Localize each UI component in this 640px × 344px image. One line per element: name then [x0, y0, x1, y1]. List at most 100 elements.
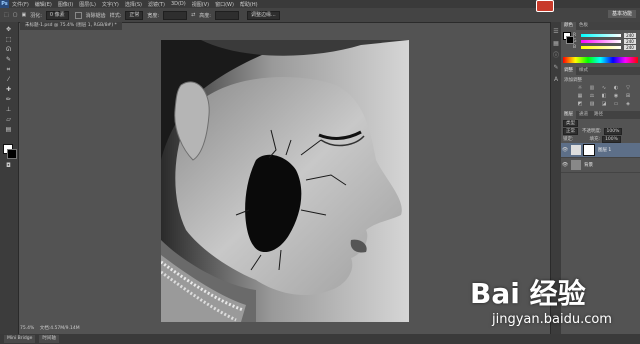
layer-name[interactable]: 背景: [584, 162, 593, 168]
tab-swatches[interactable]: 色板: [576, 22, 591, 30]
history-icon[interactable]: ☰: [552, 28, 560, 36]
tab-timeline[interactable]: 时间轴: [39, 335, 59, 343]
healing-brush-tool-icon[interactable]: ✚: [4, 86, 13, 93]
opacity-input[interactable]: 100%: [603, 127, 623, 135]
eyedropper-tool-icon[interactable]: ⁄: [4, 76, 13, 83]
brightness-icon[interactable]: ☼: [575, 85, 585, 91]
new-selection-icon[interactable]: ▢: [13, 12, 18, 18]
channel-mixer-icon[interactable]: ⊞: [623, 93, 633, 99]
canvas[interactable]: [161, 40, 409, 322]
marquee-tool-icon[interactable]: ⬚: [4, 12, 9, 18]
r-value[interactable]: 240: [624, 32, 636, 38]
menu-layer[interactable]: 图层(L): [76, 1, 99, 8]
panel-bg-swatch[interactable]: [566, 36, 574, 44]
document-tab[interactable]: 未标题-1.psd @ 75.4% (图层 1, RGB/8#) *: [20, 22, 122, 30]
record-icon[interactable]: [536, 0, 554, 12]
background-color-swatch[interactable]: [7, 149, 17, 159]
move-tool-icon[interactable]: ✥: [4, 26, 13, 33]
properties-icon[interactable]: ▦: [552, 40, 560, 48]
layer-name[interactable]: 图层 1: [598, 147, 611, 153]
menu-help[interactable]: 帮助(H): [237, 1, 261, 8]
b-bar[interactable]: [581, 45, 621, 49]
brush-icon[interactable]: ✎: [552, 64, 560, 72]
menu-select[interactable]: 选择(S): [122, 1, 145, 8]
menu-3d[interactable]: 3D(D): [168, 1, 189, 7]
tab-channels[interactable]: 通道: [576, 111, 591, 119]
info-icon[interactable]: ⓘ: [552, 52, 560, 60]
r-bar[interactable]: [581, 33, 621, 37]
menu-window[interactable]: 窗口(W): [212, 1, 237, 8]
swap-icon[interactable]: ⇄: [191, 12, 195, 18]
add-selection-icon[interactable]: ▣: [21, 12, 26, 18]
antialias-checkbox[interactable]: [74, 11, 82, 19]
tab-styles[interactable]: 样式: [576, 67, 591, 75]
layer-mask-thumbnail[interactable]: [583, 144, 595, 156]
fill-input[interactable]: 100%: [602, 135, 621, 143]
g-bar[interactable]: [581, 39, 621, 43]
workspace-switcher[interactable]: 基本功能: [607, 10, 636, 18]
quick-select-tool-icon[interactable]: ✎: [4, 56, 13, 63]
stamp-tool-icon[interactable]: ⊥: [4, 106, 13, 113]
layer-lock-row: 锁定: 填充: 100%: [563, 135, 640, 143]
baidu-watermark: Bai 经验 jingyan.baidu.com: [470, 272, 630, 332]
exposure-icon[interactable]: ◐: [611, 85, 621, 91]
color-panel: R 240 G 240 B 240: [561, 30, 640, 54]
eraser-tool-icon[interactable]: ▱: [4, 116, 13, 123]
lock-label: 锁定:: [563, 137, 574, 142]
tab-mini-bridge[interactable]: Mini Bridge: [4, 335, 36, 343]
photo-filter-icon[interactable]: ◉: [611, 93, 621, 99]
color-panel-tabs: 颜色 色板: [561, 22, 640, 30]
brush-tool-icon[interactable]: ✏: [4, 96, 13, 103]
refine-edge-button[interactable]: 调整边缘...: [246, 10, 280, 20]
posterize-icon[interactable]: ▨: [587, 101, 597, 107]
tab-color[interactable]: 颜色: [561, 22, 576, 30]
menu-image[interactable]: 图像(I): [55, 1, 76, 8]
menu-type[interactable]: 文字(Y): [99, 1, 122, 8]
levels-icon[interactable]: ▥: [587, 85, 597, 91]
tab-layers[interactable]: 图层: [561, 111, 576, 119]
menu-view[interactable]: 视图(V): [189, 1, 212, 8]
adjustments-panel-tabs: 调整 样式: [561, 67, 640, 75]
hue-icon[interactable]: ▦: [575, 93, 585, 99]
menu-filter[interactable]: 滤镜(T): [145, 1, 168, 8]
style-select[interactable]: 正常: [125, 10, 144, 20]
zoom-level[interactable]: 75.4%: [20, 326, 34, 331]
canvas-image: [161, 40, 409, 322]
layer-thumbnail: [571, 145, 581, 155]
crop-tool-icon[interactable]: ⌗: [4, 66, 13, 73]
menu-edit[interactable]: 编辑(E): [32, 1, 55, 8]
tab-paths[interactable]: 路径: [591, 111, 606, 119]
quick-mask-icon[interactable]: ◘: [4, 162, 13, 169]
threshold-icon[interactable]: ◪: [599, 101, 609, 107]
selective-color-icon[interactable]: ◈: [623, 101, 633, 107]
color-balance-icon[interactable]: ⚖: [587, 93, 597, 99]
b-value[interactable]: 240: [624, 44, 636, 50]
color-spectrum[interactable]: [563, 57, 638, 63]
menu-file[interactable]: 文件(F): [9, 1, 32, 8]
visibility-eye-icon[interactable]: 👁: [561, 147, 569, 153]
slider-b[interactable]: B 240: [573, 44, 640, 50]
layer-kind-select[interactable]: 类型: [563, 119, 578, 127]
blend-mode-select[interactable]: 正常: [563, 127, 578, 135]
layer-row[interactable]: 👁 背景: [561, 158, 640, 173]
tab-adjustments[interactable]: 调整: [561, 67, 576, 75]
opacity-label: 不透明度:: [582, 129, 602, 134]
width-label: 宽度:: [147, 12, 160, 19]
bw-icon[interactable]: ◧: [599, 93, 609, 99]
visibility-eye-icon[interactable]: 👁: [561, 162, 569, 168]
g-value[interactable]: 240: [624, 38, 636, 44]
layer-blend-row: 正常 不透明度: 100%: [563, 127, 640, 135]
gradient-map-icon[interactable]: ▭: [611, 101, 621, 107]
marquee-tool-icon[interactable]: ⬚: [4, 36, 13, 43]
slider-r[interactable]: R 240: [573, 30, 640, 38]
width-input[interactable]: [163, 10, 188, 20]
feather-input[interactable]: 0 像素: [45, 10, 69, 20]
character-icon[interactable]: A: [552, 76, 560, 84]
lasso-tool-icon[interactable]: ᘏ: [4, 46, 13, 53]
height-input[interactable]: [214, 10, 239, 20]
gradient-tool-icon[interactable]: ▤: [4, 126, 13, 133]
curves-icon[interactable]: ∿: [599, 85, 609, 91]
layer-row[interactable]: 👁 图层 1: [561, 143, 640, 158]
invert-icon[interactable]: ◩: [575, 101, 585, 107]
vibrance-icon[interactable]: ▽: [623, 85, 633, 91]
